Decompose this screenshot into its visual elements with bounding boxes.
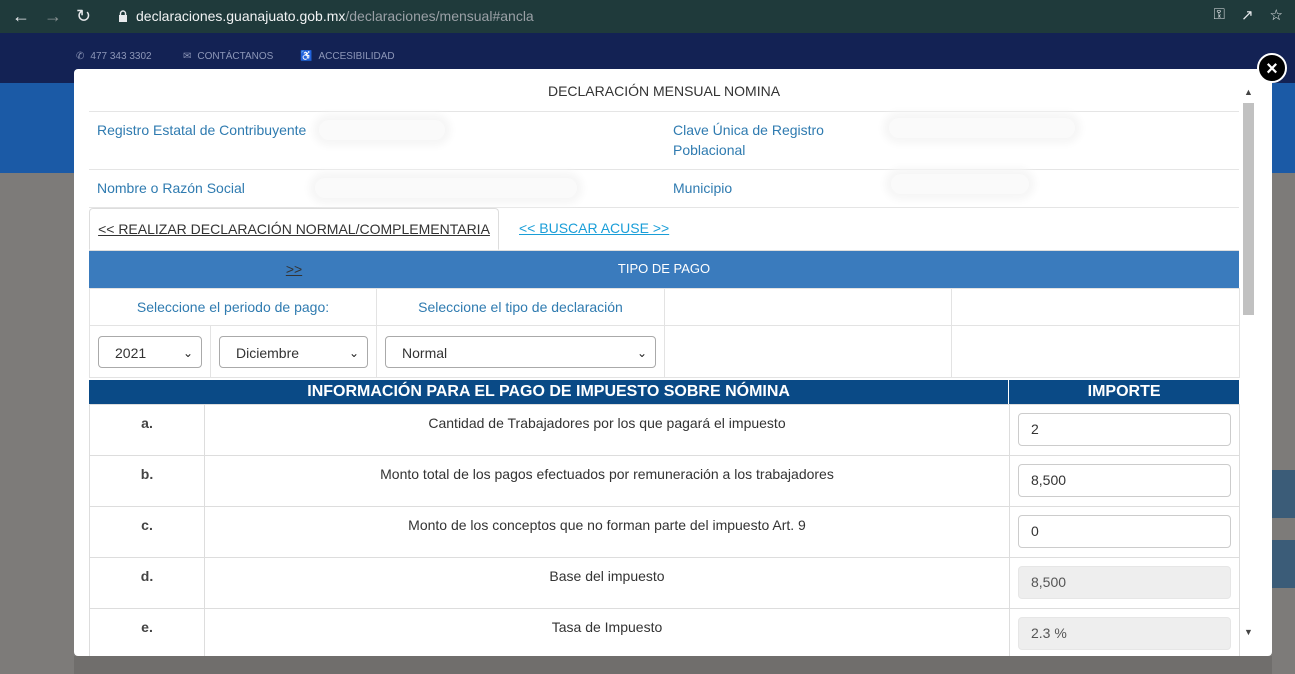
empty-cell (951, 325, 1241, 378)
row-letter: c. (89, 506, 205, 558)
redacted-field (315, 178, 577, 198)
curp-label: Clave Única de Registro Poblacional (665, 112, 865, 169)
declaration-type-value: Normal (402, 344, 448, 361)
month-select-value: Diciembre (236, 344, 300, 361)
background-panel (1272, 540, 1295, 588)
impuesto-title: INFORMACIÓN PARA EL PAGO DE IMPUESTO SOB… (89, 380, 1010, 404)
scroll-down-icon[interactable]: ▼ (1244, 627, 1253, 637)
row-description: Monto de los conceptos que no forman par… (204, 506, 1010, 558)
table-row: c. Monto de los conceptos que no forman … (89, 506, 1240, 558)
row-description: Cantidad de Trabajadores por los que pag… (204, 404, 1010, 456)
row-letter: d. (89, 557, 205, 609)
contributor-info-row: Registro Estatal de Contribuyente Clave … (89, 112, 1239, 170)
trabajadores-input[interactable]: 2 (1018, 413, 1231, 446)
url-host: declaraciones.guanajuato.gob.mx (136, 8, 346, 24)
row-description: Monto total de los pagos efectuados por … (204, 455, 1010, 507)
lock-icon (119, 10, 127, 22)
row-letter: a. (89, 404, 205, 456)
month-select[interactable]: Diciembre ⌄ (219, 335, 369, 368)
empty-cell (664, 288, 953, 326)
reload-icon[interactable]: ↻ (76, 6, 91, 27)
close-modal-button[interactable]: × (1257, 53, 1287, 83)
importe-title: IMPORTE (1087, 383, 1161, 400)
forward-icon[interactable]: → (44, 6, 62, 27)
conceptos-input[interactable]: 0 (1018, 515, 1231, 548)
browser-toolbar: ← → ↻ declaraciones.guanajuato.gob.mx/de… (0, 0, 1295, 33)
declaration-modal: DECLARACIÓN MENSUAL NOMINA Registro Esta… (74, 69, 1272, 656)
background-panel (1272, 470, 1295, 518)
scroll-up-icon[interactable]: ▲ (1244, 87, 1253, 97)
accessibility-icon: ♿ (300, 51, 313, 62)
background-panel (74, 656, 1272, 674)
year-select[interactable]: 2021 ⌄ (98, 335, 202, 368)
phone-icon: ✆ (76, 51, 85, 62)
row-description: Base del impuesto (204, 557, 1010, 609)
empty-cell (951, 288, 1241, 326)
row-letter: e. (89, 608, 205, 656)
url-path: /declaraciones/mensual#ancla (345, 8, 534, 24)
phone-number[interactable]: 477 343 3302 (90, 51, 151, 62)
impuesto-header: INFORMACIÓN PARA EL PAGO DE IMPUESTO SOB… (89, 380, 1239, 404)
payment-type-table: Seleccione el periodo de pago: Seleccion… (88, 288, 1241, 378)
name-info-row: Nombre o Razón Social Municipio (89, 170, 1239, 208)
curp-label-line2: Poblacional (673, 142, 746, 158)
table-row: a. Cantidad de Trabajadores por los que … (89, 404, 1240, 456)
monto-total-input[interactable]: 8,500 (1018, 464, 1231, 497)
key-icon[interactable]: ⚿ (1214, 6, 1225, 24)
tab-realizar-declaracion[interactable]: << REALIZAR DECLARACIÓN NORMAL/COMPLEMEN… (89, 208, 499, 277)
contact-link[interactable]: CONTÁCTANOS (197, 51, 273, 62)
municipio-label: Municipio (673, 180, 733, 196)
modal-title: DECLARACIÓN MENSUAL NOMINA (89, 69, 1239, 112)
declaration-type-select[interactable]: Normal ⌄ (385, 335, 657, 368)
redacted-field (889, 118, 1075, 138)
chevron-down-icon: ⌄ (182, 345, 193, 360)
base-impuesto-field: 8,500 (1018, 566, 1231, 599)
table-row: b. Monto total de los pagos efectuados p… (89, 455, 1240, 507)
empty-cell (664, 325, 953, 378)
modal-scrollbar[interactable]: ▲ ▼ (1240, 81, 1257, 641)
curp-label-line1: Clave Única de Registro (673, 122, 824, 138)
accessibility-link[interactable]: ACCESIBILIDAD (318, 51, 394, 62)
mail-icon: ✉ (183, 51, 192, 62)
chevron-down-icon: ⌄ (636, 345, 648, 360)
tipo-de-pago-header: TIPO DE PAGO (89, 251, 1239, 288)
chevron-down-icon: ⌄ (348, 345, 360, 360)
redacted-field (891, 174, 1029, 194)
declaration-tabs: << REALIZAR DECLARACIÓN NORMAL/COMPLEMEN… (89, 208, 1239, 277)
star-icon[interactable]: ☆ (1270, 6, 1283, 24)
row-description: Tasa de Impuesto (204, 608, 1010, 656)
row-letter: b. (89, 455, 205, 507)
table-row: d. Base del impuesto 8,500 (89, 557, 1240, 609)
redacted-field (319, 120, 445, 140)
periodo-label: Seleccione el periodo de pago: (88, 288, 378, 326)
scrollbar-thumb[interactable] (1243, 103, 1254, 315)
share-icon[interactable]: ↗ (1241, 6, 1254, 24)
back-icon[interactable]: ← (12, 6, 30, 27)
table-row: e. Tasa de Impuesto 2.3 % (89, 608, 1240, 656)
tab-buscar-acuse[interactable]: << BUSCAR ACUSE >> (519, 208, 669, 250)
impuesto-table: a. Cantidad de Trabajadores por los que … (89, 404, 1240, 656)
address-bar[interactable]: declaraciones.guanajuato.gob.mx/declarac… (110, 3, 1290, 29)
year-select-value: 2021 (115, 344, 147, 361)
tipo-declaracion-label: Seleccione el tipo de declaración (376, 288, 666, 326)
tasa-impuesto-field: 2.3 % (1018, 617, 1231, 650)
